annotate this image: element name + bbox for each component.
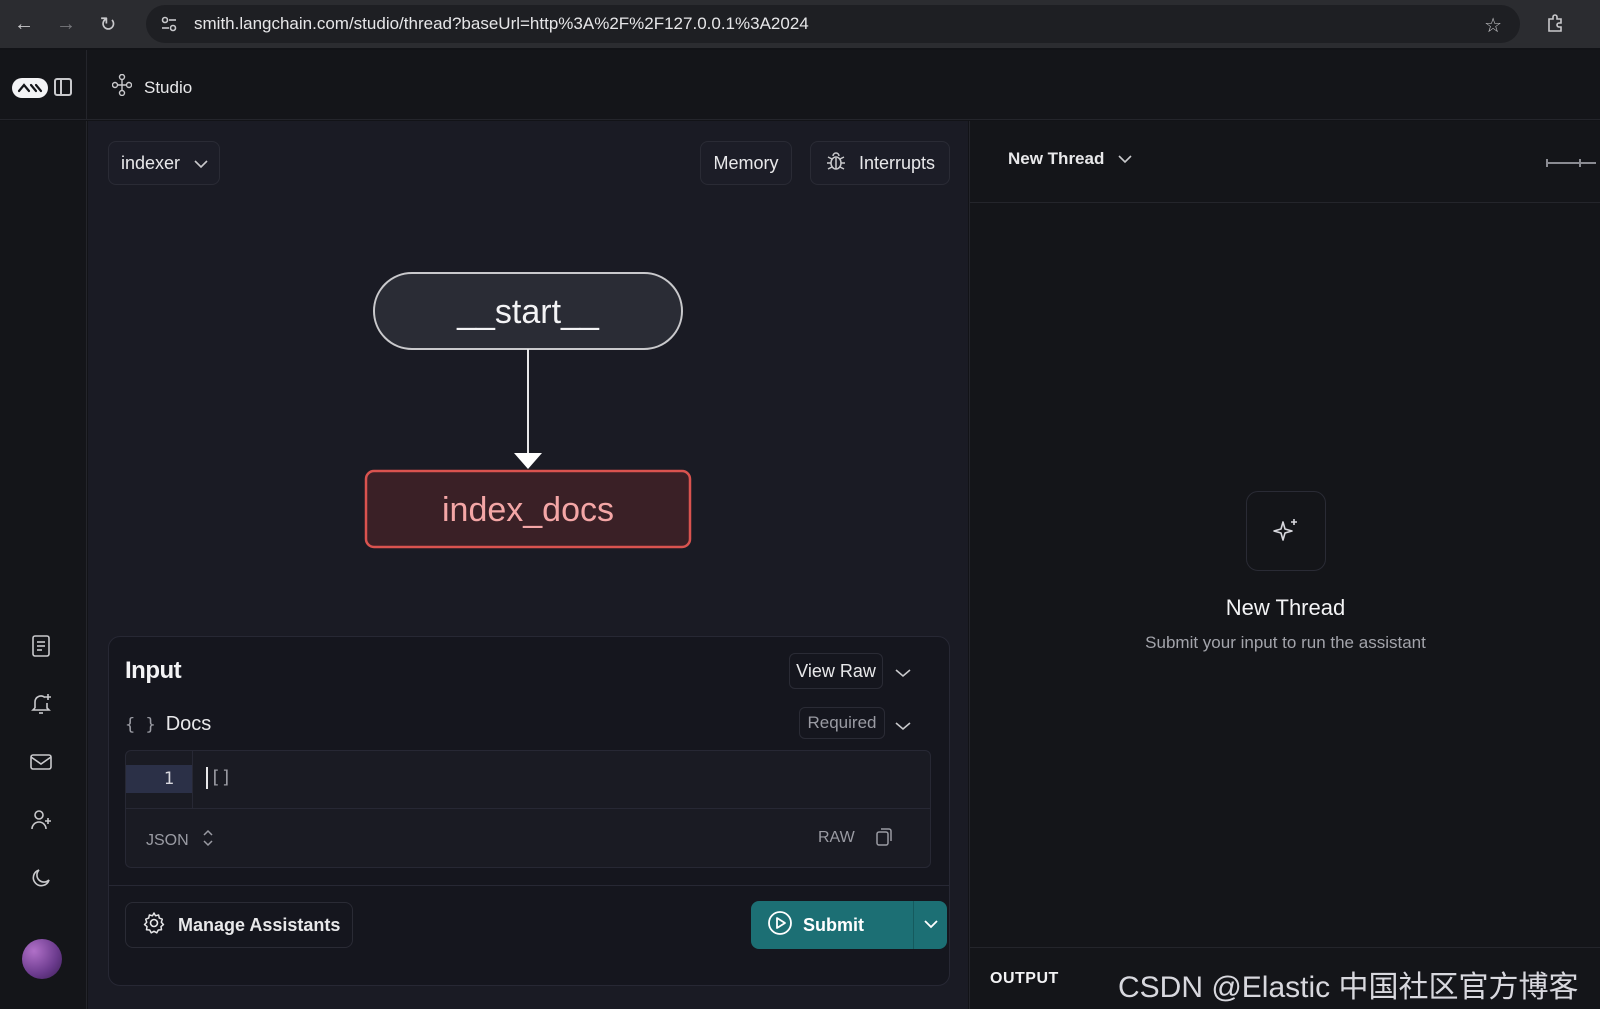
address-bar-url[interactable]: smith.langchain.com/studio/thread?baseUr… [194,14,809,34]
address-bar[interactable]: smith.langchain.com/studio/thread?baseUr… [146,5,1520,43]
copy-icon[interactable] [876,828,892,846]
reload-icon[interactable]: ↻ [90,6,126,42]
assistant-select-label: indexer [121,152,181,173]
format-select[interactable]: JSON [146,829,213,852]
index-docs-node-label: index_docs [442,491,614,529]
card-divider [109,885,949,886]
chevron-down-icon [194,153,208,174]
empty-state-title: New Thread [1225,595,1346,620]
sparkle-icon [1245,491,1326,571]
add-user-icon[interactable] [28,807,54,833]
moon-icon[interactable] [28,865,54,891]
extensions-icon[interactable] [1540,8,1570,38]
submit-button[interactable]: Submit [751,901,913,949]
empty-state: New Thread Submit your input to run the … [970,491,1600,653]
graph-panel: indexer Memory Interrupts __start__ inde… [88,121,968,1009]
output-tab[interactable]: OUTPUT [990,970,1059,988]
interrupts-button-label: Interrupts [859,152,936,173]
site-settings-icon[interactable] [158,13,180,35]
chevron-down-icon[interactable] [895,718,911,736]
view-raw-button[interactable]: View Raw [789,653,883,689]
editor-code-value: [] [210,767,232,788]
editor-footer: JSON RAW [126,809,930,867]
chevron-down-icon[interactable] [895,665,911,683]
mail-icon[interactable] [28,749,54,775]
forward-icon[interactable]: → [48,6,84,42]
panel-resize-handle-icon[interactable] [1546,159,1596,167]
line-number: 1 [126,765,192,793]
graph-icon [111,73,133,101]
start-node-label: __start__ [456,293,600,331]
output-section: OUTPUT CSDN @Elastic 中国社区官方博客 [970,947,1600,1009]
bookmark-star-icon[interactable]: ☆ [1484,13,1502,38]
json-editor[interactable]: 1 [] JSON RAW [125,750,931,868]
gutter-separator [192,751,193,809]
object-braces-icon: { } [125,714,156,735]
thread-header: New Thread [970,121,1600,203]
graph-canvas: __start__ index_docs [364,272,692,549]
header-divider [86,50,87,120]
edge-arrowhead [514,453,542,469]
edge-start-to-index-docs [514,349,542,469]
manage-assistants-label: Manage Assistants [178,914,341,935]
play-circle-icon [767,910,793,941]
start-node[interactable]: __start__ [373,272,683,350]
submit-label: Submit [803,914,864,935]
bug-icon [825,150,847,177]
bell-plus-icon[interactable] [28,691,54,717]
sidebar-toggle-icon[interactable] [54,78,72,96]
thread-select[interactable]: New Thread [1008,149,1132,169]
watermark: CSDN @Elastic 中国社区官方博客 [1118,971,1579,1004]
app-header: Studio [0,50,1600,120]
assistant-select[interactable]: indexer [108,141,220,185]
left-rail [0,121,87,1009]
view-raw-label: View Raw [796,660,876,681]
thread-select-label: New Thread [1008,149,1105,168]
editor-code[interactable]: [] [206,767,232,789]
docs-icon[interactable] [28,633,54,659]
text-cursor [206,767,208,789]
thread-panel: New Thread New Thread Submit your input … [969,121,1600,1009]
input-title: Input [125,657,182,684]
studio-breadcrumb[interactable]: Studio [111,73,193,101]
editor-line: 1 [] [126,751,930,809]
browser-toolbar: ← → ↻ smith.langchain.com/studio/thread?… [0,0,1600,48]
submit-options-button[interactable] [913,901,947,949]
required-badge: Required [799,707,885,739]
back-icon[interactable]: ← [6,6,42,42]
interrupts-button[interactable]: Interrupts [810,141,950,185]
chevron-up-down-icon [203,829,213,852]
avatar[interactable] [22,939,62,979]
studio-label: Studio [144,77,193,97]
gear-icon [142,911,166,940]
chevron-down-icon [923,916,938,934]
memory-button-label: Memory [713,152,779,173]
memory-button[interactable]: Memory [700,141,792,185]
manage-assistants-button[interactable]: Manage Assistants [125,902,353,948]
empty-state-subtitle: Submit your input to run the assistant [1145,633,1426,652]
field-docs: { } Docs [125,713,211,736]
field-docs-label: Docs [165,713,212,735]
input-card: Input View Raw { } Docs Required 1 [] JS [108,636,950,986]
format-label: JSON [146,831,189,849]
index-docs-node[interactable]: index_docs [364,469,692,549]
required-label: Required [807,713,877,732]
raw-label[interactable]: RAW [818,829,855,847]
chevron-down-icon [1118,149,1132,169]
langchain-logo[interactable] [12,78,48,98]
